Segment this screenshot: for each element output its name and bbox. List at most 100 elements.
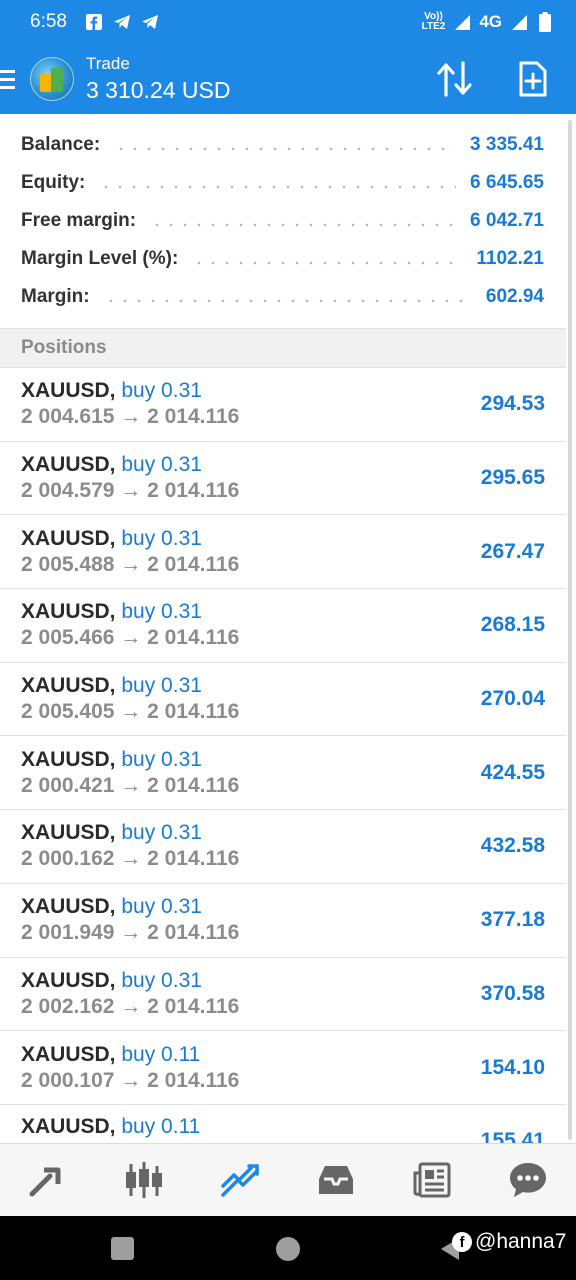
position-side: buy 0.31 bbox=[121, 526, 202, 550]
position-profit: 270.04 bbox=[480, 687, 545, 711]
position-row[interactable]: XAUUSD, buy 0.11 155.41 bbox=[0, 1105, 566, 1143]
margin-level-label: Margin Level (%): bbox=[21, 248, 179, 269]
position-symbol: XAUUSD, bbox=[21, 600, 116, 624]
header-title-block: Trade 3 310.24 USD bbox=[86, 54, 230, 104]
home-button[interactable] bbox=[276, 1237, 300, 1261]
sort-button[interactable] bbox=[436, 60, 474, 98]
nav-trade[interactable] bbox=[210, 1150, 270, 1210]
position-profit: 424.55 bbox=[480, 760, 545, 784]
summary-row-free-margin: Free margin: 6 042.71 bbox=[0, 202, 566, 240]
equity-value: 6 645.65 bbox=[470, 172, 544, 193]
nav-chart[interactable] bbox=[114, 1150, 174, 1210]
position-prices: 2 000.162 → 2 014.116 bbox=[21, 847, 240, 871]
position-side: buy 0.31 bbox=[121, 453, 202, 477]
position-side: buy 0.11 bbox=[121, 1114, 201, 1138]
header-actions bbox=[436, 60, 552, 98]
dot-leader bbox=[99, 185, 457, 189]
facebook-icon: f bbox=[452, 1232, 472, 1252]
position-profit: 267.47 bbox=[480, 539, 545, 563]
position-row[interactable]: XAUUSD, buy 0.31 2 000.162 → 2 014.116 4… bbox=[0, 810, 566, 884]
facebook-notification-icon bbox=[85, 13, 103, 31]
balance-label: Balance: bbox=[21, 134, 101, 155]
position-profit: 295.65 bbox=[480, 466, 545, 490]
position-row[interactable]: XAUUSD, buy 0.31 2 004.615 → 2 014.116 2… bbox=[0, 368, 566, 442]
position-symbol: XAUUSD, bbox=[21, 821, 116, 845]
position-row[interactable]: XAUUSD, buy 0.31 2 005.488 → 2 014.116 2… bbox=[0, 515, 566, 590]
position-symbol: XAUUSD, bbox=[21, 379, 116, 403]
position-profit: 155.41 bbox=[480, 1128, 545, 1143]
position-side: buy 0.31 bbox=[121, 895, 202, 919]
position-side: buy 0.31 bbox=[121, 674, 202, 698]
watermark: f @hanna7 bbox=[452, 1230, 566, 1254]
position-side: buy 0.31 bbox=[121, 600, 202, 624]
system-navigation-bar: f @hanna7 bbox=[0, 1216, 576, 1280]
signal-icon bbox=[453, 13, 471, 31]
scrollbar[interactable] bbox=[568, 120, 572, 1140]
position-symbol: XAUUSD, bbox=[21, 1042, 116, 1066]
position-row[interactable]: XAUUSD, buy 0.31 2 004.579 → 2 014.116 2… bbox=[0, 442, 566, 516]
position-prices: 2 005.466 → 2 014.116 bbox=[21, 626, 240, 650]
position-profit: 294.53 bbox=[480, 392, 545, 416]
position-row[interactable]: XAUUSD, buy 0.31 2 005.405 → 2 014.116 2… bbox=[0, 663, 566, 737]
dot-leader bbox=[114, 147, 457, 151]
nav-quotes[interactable] bbox=[18, 1150, 78, 1210]
position-profit: 268.15 bbox=[480, 613, 545, 637]
position-symbol: XAUUSD, bbox=[21, 968, 116, 992]
volte-icon: Vo)) LTE2 bbox=[421, 11, 446, 32]
sort-arrows-icon bbox=[437, 61, 472, 97]
position-symbol: XAUUSD, bbox=[21, 1114, 116, 1138]
equity-label: Equity: bbox=[21, 172, 86, 193]
nav-messages[interactable] bbox=[498, 1150, 558, 1210]
dot-leader bbox=[150, 223, 457, 227]
position-side: buy 0.31 bbox=[121, 821, 202, 845]
positions-section-header: Positions bbox=[0, 328, 566, 368]
position-side: buy 0.11 bbox=[121, 1042, 201, 1066]
status-bar: 6:58 Vo)) LTE2 4G bbox=[0, 0, 576, 44]
network-type: 4G bbox=[479, 12, 502, 31]
chat-bubble-icon bbox=[510, 1163, 546, 1197]
watermark-text: @hanna7 bbox=[475, 1230, 567, 1253]
position-row[interactable]: XAUUSD, buy 0.11 2 000.107 → 2 014.116 1… bbox=[0, 1031, 566, 1105]
position-symbol: XAUUSD, bbox=[21, 526, 116, 550]
inbox-history-icon bbox=[319, 1166, 353, 1194]
free-margin-value: 6 042.71 bbox=[470, 210, 544, 231]
position-side: buy 0.31 bbox=[121, 968, 202, 992]
bottom-navigation bbox=[0, 1143, 576, 1216]
telegram-notification-icon bbox=[113, 13, 131, 31]
position-symbol: XAUUSD, bbox=[21, 895, 116, 919]
position-prices: 2 002.162 → 2 014.116 bbox=[21, 994, 240, 1018]
summary-row-balance: Balance: 3 335.41 bbox=[0, 126, 566, 164]
position-symbol: XAUUSD, bbox=[21, 453, 116, 477]
position-row[interactable]: XAUUSD, buy 0.31 2 000.421 → 2 014.116 4… bbox=[0, 736, 566, 811]
position-prices: 2 005.405 → 2 014.116 bbox=[21, 700, 240, 724]
positions-list[interactable]: XAUUSD, buy 0.31 2 004.615 → 2 014.116 2… bbox=[0, 368, 566, 1143]
position-symbol: XAUUSD, bbox=[21, 747, 116, 771]
summary-row-equity: Equity: 6 645.65 bbox=[0, 164, 566, 202]
margin-level-value: 1102.21 bbox=[476, 248, 544, 269]
nav-history[interactable] bbox=[306, 1150, 366, 1210]
position-prices: 2 005.488 → 2 014.116 bbox=[21, 552, 240, 576]
margin-value: 602.94 bbox=[485, 286, 544, 307]
battery-icon bbox=[536, 12, 554, 32]
position-profit: 370.58 bbox=[480, 981, 545, 1005]
new-order-icon bbox=[519, 61, 547, 97]
position-prices: 2 004.615 → 2 014.116 bbox=[21, 405, 240, 429]
margin-label: Margin: bbox=[21, 286, 90, 307]
app-header: Trade 3 310.24 USD bbox=[0, 44, 576, 114]
new-order-button[interactable] bbox=[514, 60, 552, 98]
position-row[interactable]: XAUUSD, buy 0.31 2 002.162 → 2 014.116 3… bbox=[0, 958, 566, 1032]
signal-icon-2 bbox=[510, 13, 528, 31]
position-row[interactable]: XAUUSD, buy 0.31 2 001.949 → 2 014.116 3… bbox=[0, 884, 566, 958]
position-row[interactable]: XAUUSD, buy 0.31 2 005.466 → 2 014.116 2… bbox=[0, 589, 566, 663]
recents-button[interactable] bbox=[111, 1237, 134, 1260]
menu-button[interactable] bbox=[0, 69, 22, 89]
nav-news[interactable] bbox=[402, 1150, 462, 1210]
news-icon bbox=[413, 1162, 451, 1198]
dot-leader bbox=[103, 299, 472, 303]
notification-icons bbox=[85, 13, 159, 31]
summary-row-margin-level: Margin Level (%): 1102.21 bbox=[0, 240, 566, 278]
account-summary: Balance: 3 335.41 Equity: 6 645.65 Free … bbox=[0, 114, 566, 316]
trade-icon bbox=[221, 1164, 259, 1197]
dot-leader bbox=[192, 261, 463, 265]
free-margin-label: Free margin: bbox=[21, 210, 137, 231]
